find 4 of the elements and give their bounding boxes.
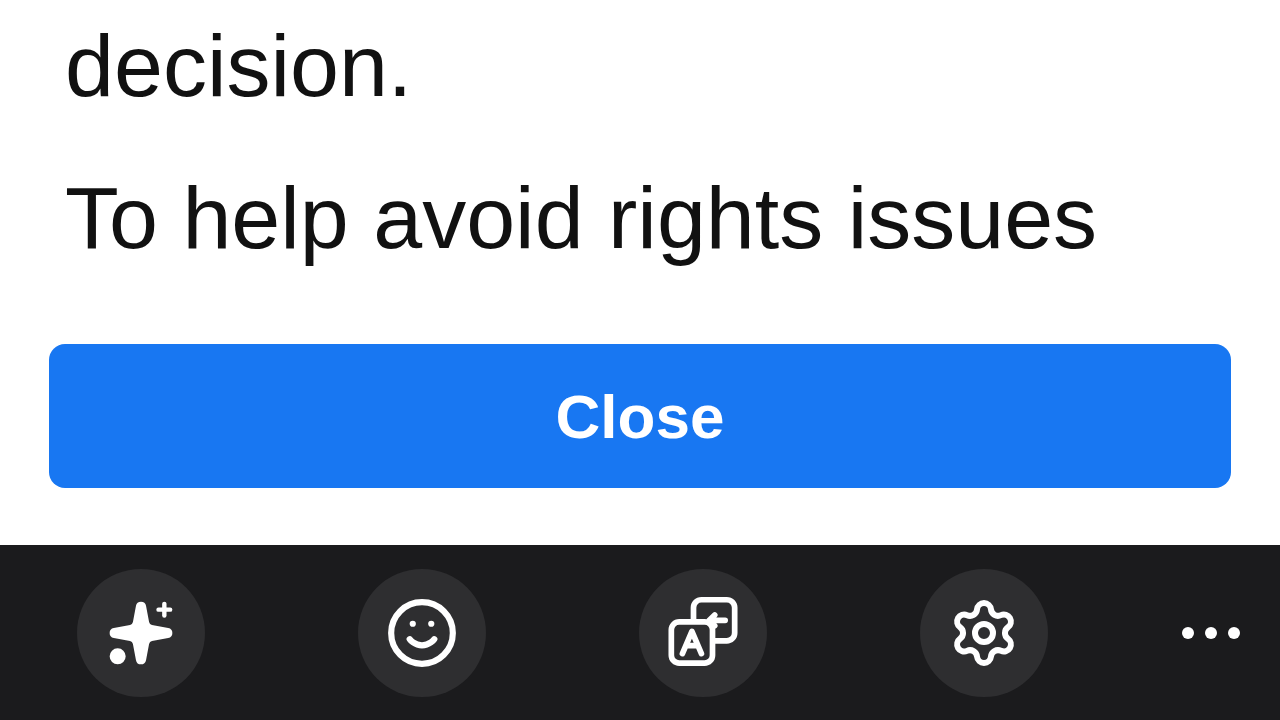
body-text: decision. — [64, 18, 414, 114]
close-button[interactable]: Close — [49, 344, 1231, 488]
more-icon[interactable] — [1181, 625, 1241, 640]
body-text: To help avoid rights issues — [64, 170, 1099, 266]
